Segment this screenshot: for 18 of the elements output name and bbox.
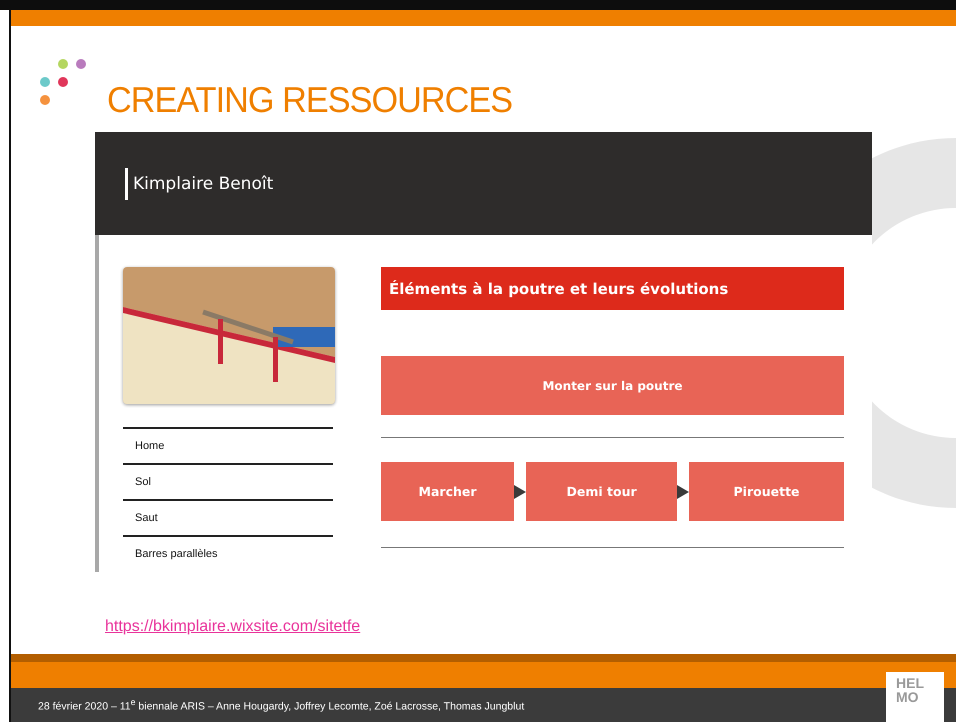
element-button[interactable]: Monter sur la poutre (381, 356, 844, 415)
section-heading: Éléments à la poutre et leurs évolutions (381, 267, 844, 310)
slide-title: CREATING RESSOURCES (107, 82, 512, 118)
footer-text: 28 février 2020 – 11$^{e}$ biennale ARIS – Anne Hougardy, Joffrey Lecomte, Zoé Lacrosse, Thomas Jungblut (38, 697, 524, 713)
logo-text: HEL (896, 676, 925, 690)
site-title: Kimplaire Benoît (125, 168, 274, 200)
site-link[interactable]: https://bkimplaire.wixsite.com/sitetfe (105, 618, 360, 636)
nav-link[interactable]: Home (123, 427, 333, 463)
logo-text: MO (896, 690, 920, 704)
step-button[interactable]: Marcher (381, 462, 514, 521)
nav-link[interactable]: Saut (123, 499, 333, 535)
arrow-icon (514, 484, 526, 498)
step-button[interactable]: Demi tour (526, 462, 678, 521)
arrow-icon (677, 484, 690, 498)
nav-link[interactable]: Sol (123, 463, 333, 499)
nav-link[interactable]: Barres parallèles (123, 535, 333, 571)
step-button[interactable]: Pirouette (689, 462, 844, 521)
dots-logo-icon (39, 58, 87, 106)
